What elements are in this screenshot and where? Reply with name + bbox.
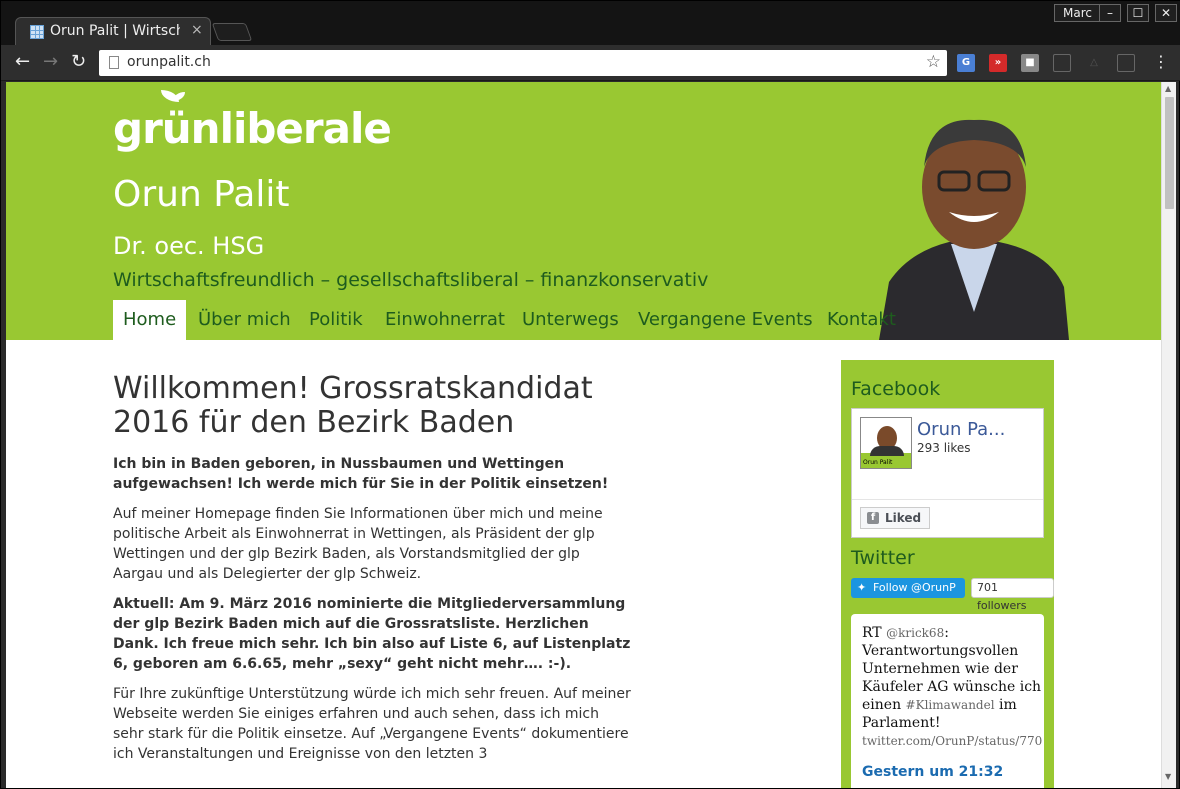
title-bar: Orun Palit | Wirtschaft × Marc – ☐ ✕: [1, 1, 1180, 47]
nav-kontakt[interactable]: Kontakt: [827, 300, 896, 340]
about-paragraph: Auf meiner Homepage finden Sie Informati…: [113, 506, 603, 582]
twitter-bird-icon: ✦: [857, 581, 867, 594]
twitter-follow-label: Follow @OrunP: [873, 581, 956, 594]
extension-red-icon[interactable]: »: [989, 54, 1007, 72]
site-name: Orun Palit: [113, 174, 290, 215]
nav-einwohnerrat[interactable]: Einwohnerrat: [385, 300, 505, 340]
vertical-scrollbar[interactable]: ▲ ▼: [1161, 82, 1176, 788]
tab-title: Orun Palit | Wirtschaft: [50, 23, 180, 39]
intro-paragraph: Ich bin in Baden geboren, in Nussbaumen …: [113, 456, 609, 492]
twitter-followers-count[interactable]: 701 followers: [971, 578, 1054, 612]
page-icon: [109, 56, 119, 69]
url-text[interactable]: orunpalit.ch: [127, 54, 211, 70]
twitter-timeline: RT @krick68: Verantwortungsvollen Untern…: [851, 614, 1044, 788]
tweet-url-link[interactable]: twitter.com/OrunP/status/770: [862, 732, 1042, 750]
minimize-button[interactable]: –: [1099, 4, 1121, 22]
tweet-text: RT @krick68: Verantwortungsvollen Untern…: [862, 624, 1042, 750]
cast-icon[interactable]: [1053, 54, 1071, 72]
grunliberale-logo[interactable]: grünliberale: [113, 90, 392, 153]
browser-tab[interactable]: Orun Palit | Wirtschaft ×: [15, 17, 211, 47]
page-title: Willkommen! Grossratskandidat 2016 für d…: [113, 371, 593, 440]
close-window-button[interactable]: ✕: [1155, 4, 1177, 22]
page-viewport: grünliberale Orun Palit Dr. oec. HSG Wir…: [6, 82, 1161, 788]
logo-text: grünliberale: [113, 104, 392, 153]
support-paragraph: Für Ihre zukünftige Unterstützung würde …: [113, 686, 631, 762]
tweet-hashtag-link[interactable]: #Klimawandel: [906, 698, 995, 712]
warning-triangle-icon[interactable]: △: [1085, 54, 1103, 72]
nav-home[interactable]: Home: [113, 300, 187, 340]
facebook-likes-count: 293 likes: [917, 441, 971, 455]
facebook-page-name[interactable]: Orun Pa...: [917, 419, 1005, 440]
tweet-rt: RT: [862, 625, 882, 641]
menu-kebab-icon[interactable]: ⋮: [1153, 53, 1169, 71]
sidebar: Facebook Orun Palit Orun Pa... 293 likes…: [841, 360, 1054, 788]
thumb-label: Orun Palit: [863, 459, 893, 466]
new-tab-button[interactable]: [211, 23, 253, 41]
forward-arrow-icon[interactable]: →: [43, 53, 58, 71]
browser-window: Orun Palit | Wirtschaft × Marc – ☐ ✕ ← →…: [0, 0, 1180, 789]
site-tagline: Wirtschaftsfreundlich – gesellschaftslib…: [113, 269, 709, 291]
nav-vergangene-events[interactable]: Vergangene Events: [638, 300, 813, 340]
tweet-timestamp-link[interactable]: Gestern um 21:32: [862, 764, 1003, 780]
thumb-body: [870, 446, 904, 456]
scroll-down-arrow-icon[interactable]: ▼: [1165, 772, 1171, 781]
nav-ueber-mich[interactable]: Über mich: [198, 300, 291, 340]
scrollbar-thumb[interactable]: [1165, 97, 1174, 209]
site-header: grünliberale Orun Palit Dr. oec. HSG Wir…: [6, 82, 1161, 340]
twitter-heading: Twitter: [851, 547, 915, 569]
main-content: Willkommen! Grossratskandidat 2016 für d…: [113, 372, 633, 764]
twitter-follow-button[interactable]: ✦ Follow @OrunP: [851, 578, 965, 598]
site-favicon-icon: [30, 25, 44, 39]
profile-button[interactable]: Marc: [1054, 4, 1101, 22]
news-paragraph: Aktuell: Am 9. März 2016 nominierte die …: [113, 596, 631, 672]
cast-icon-2[interactable]: [1117, 54, 1135, 72]
bookmark-star-icon[interactable]: ☆: [926, 52, 941, 72]
site-degree: Dr. oec. HSG: [113, 232, 265, 260]
facebook-liked-label: Liked: [885, 511, 922, 525]
facebook-liked-button[interactable]: f Liked: [860, 507, 930, 529]
translate-extension-icon[interactable]: G: [957, 54, 975, 72]
tweet-handle-link[interactable]: @krick68: [886, 626, 944, 640]
nav-unterwegs[interactable]: Unterwegs: [522, 300, 619, 340]
facebook-divider: [852, 499, 1043, 500]
nav-politik[interactable]: Politik: [309, 300, 363, 340]
facebook-profile-thumbnail[interactable]: Orun Palit: [860, 417, 912, 469]
scroll-up-arrow-icon[interactable]: ▲: [1165, 84, 1171, 93]
facebook-icon: f: [867, 512, 879, 524]
browser-toolbar: ← → ↻ orunpalit.ch ☆ G » ■ △ ⋮: [1, 45, 1180, 81]
reload-icon[interactable]: ↻: [71, 53, 86, 71]
maximize-button[interactable]: ☐: [1127, 4, 1149, 22]
portrait-photo: [879, 119, 1069, 340]
tab-close-icon[interactable]: ×: [191, 22, 203, 38]
facebook-heading: Facebook: [851, 378, 941, 400]
facebook-widget: Orun Palit Orun Pa... 293 likes f Liked: [851, 408, 1044, 538]
back-arrow-icon[interactable]: ←: [15, 53, 30, 71]
extension-gray-icon[interactable]: ■: [1021, 54, 1039, 72]
address-bar[interactable]: orunpalit.ch ☆: [99, 50, 947, 76]
